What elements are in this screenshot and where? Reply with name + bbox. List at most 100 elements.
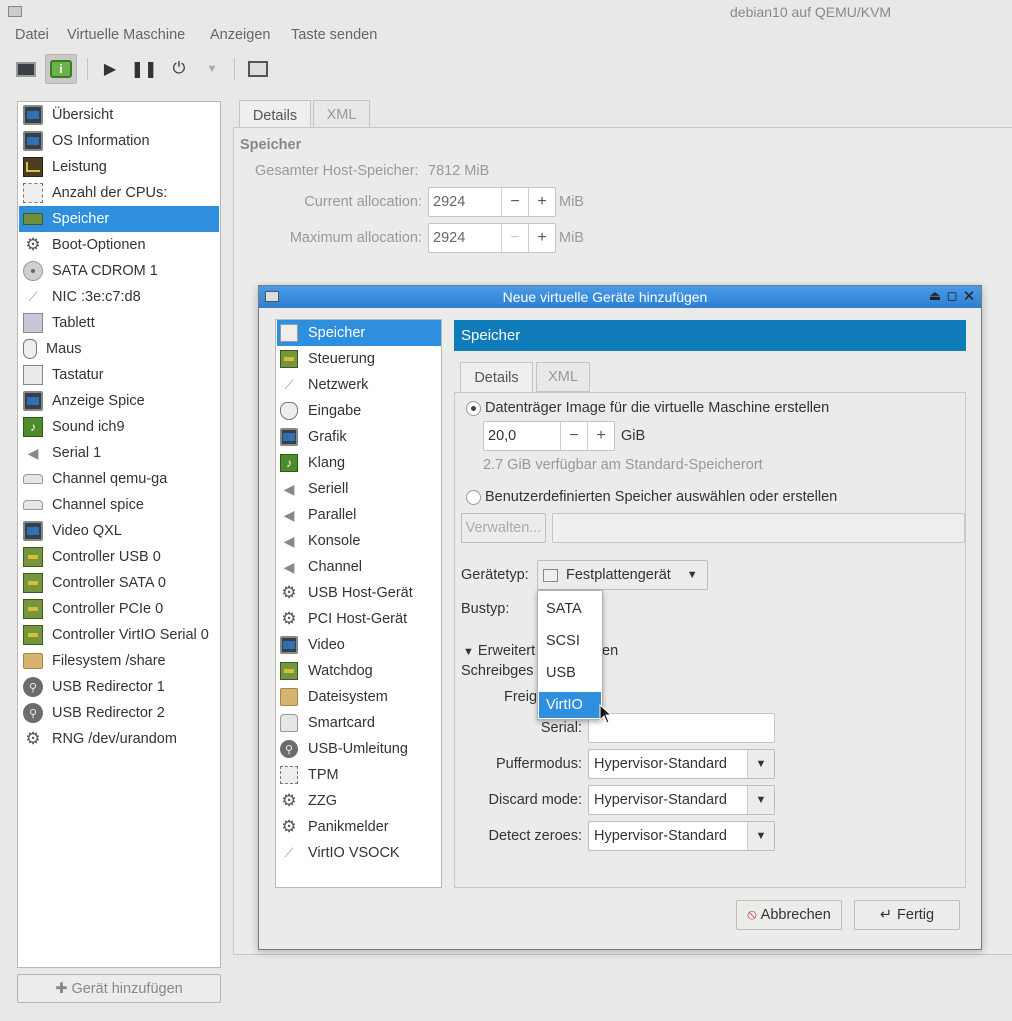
sidebar-item-os-information[interactable]: OS Information [19, 128, 219, 154]
finish-button[interactable]: ↵ Fertig [854, 900, 960, 930]
sidebar-item-channel-qemu-ga[interactable]: Channel qemu-ga [19, 466, 219, 492]
maximum-allocation-spinner[interactable]: 2924 − + [428, 223, 556, 253]
list-item-dateisystem[interactable]: Dateisystem [277, 684, 441, 710]
tab-details[interactable]: Details [460, 362, 533, 392]
pause-icon: ❚❚ [130, 61, 158, 78]
tab-xml[interactable]: XML [536, 362, 590, 392]
sidebar-item-sound[interactable]: ♪ Sound ich9 [19, 414, 219, 440]
sidebar-item-nic[interactable]: ⟋ NIC :3e:c7:d8 [19, 284, 219, 310]
maximum-allocation-input[interactable]: 2924 [429, 224, 501, 252]
menu-taste-senden[interactable]: Taste senden [291, 27, 377, 43]
sidebar-item-controller-usb[interactable]: Controller USB 0 [19, 544, 219, 570]
list-item-parallel[interactable]: ◀ Parallel [277, 502, 441, 528]
menu-datei[interactable]: Datei [15, 27, 49, 43]
disk-size-spinner[interactable]: 20,0 − + [483, 421, 615, 451]
list-item-usb-umleitung[interactable]: ⚲ USB-Umleitung [277, 736, 441, 762]
list-item-pci-host[interactable]: ⚙ PCI Host-Gerät [277, 606, 441, 632]
custom-storage-radio[interactable] [466, 490, 481, 505]
list-item-konsole[interactable]: ◀ Konsole [277, 528, 441, 554]
sidebar-item-rng[interactable]: ⚙ RNG /dev/urandom [19, 726, 219, 752]
details-info-button[interactable]: i [45, 54, 77, 84]
serial-input[interactable] [588, 713, 775, 743]
list-item-eingabe[interactable]: Eingabe [277, 398, 441, 424]
decrement-button[interactable]: − [560, 422, 587, 450]
sidebar-item-uebersicht[interactable]: Übersicht [19, 102, 219, 128]
list-item-label: Klang [308, 455, 346, 471]
discard-mode-select[interactable]: Hypervisor-Standard ▼ [588, 785, 775, 815]
storage-path-input[interactable] [552, 513, 965, 543]
sidebar-item-controller-pcie[interactable]: Controller PCIe 0 [19, 596, 219, 622]
chevron-down-icon: ▼ [747, 750, 774, 778]
create-image-radio[interactable] [466, 401, 481, 416]
list-item-smartcard[interactable]: Smartcard [277, 710, 441, 736]
menu-anzeigen[interactable]: Anzeigen [210, 27, 270, 43]
shutdown-button[interactable]: ⏻ [163, 54, 195, 84]
list-item-watchdog[interactable]: Watchdog [277, 658, 441, 684]
current-allocation-spinner[interactable]: 2924 − + [428, 187, 556, 217]
bus-option-usb[interactable]: USB [539, 660, 601, 686]
list-item-speicher[interactable]: Speicher [277, 320, 441, 346]
sidebar-item-filesystem[interactable]: Filesystem /share [19, 648, 219, 674]
snapshots-button[interactable] [242, 54, 274, 84]
list-item-video[interactable]: Video [277, 632, 441, 658]
list-item-virtio-vsock[interactable]: ⟋ VirtIO VSOCK [277, 840, 441, 866]
manage-button[interactable]: Verwalten... [461, 513, 546, 543]
disk-size-input[interactable]: 20,0 [484, 422, 560, 450]
sidebar-item-cpus[interactable]: Anzahl der CPUs: [19, 180, 219, 206]
bus-option-sata[interactable]: SATA [539, 596, 601, 622]
sidebar-item-sata-cdrom[interactable]: SATA CDROM 1 [19, 258, 219, 284]
increment-button[interactable]: + [528, 188, 555, 216]
list-item-klang[interactable]: ♪ Klang [277, 450, 441, 476]
sidebar-item-anzeige-spice[interactable]: Anzeige Spice [19, 388, 219, 414]
list-item-panikmelder[interactable]: ⚙ Panikmelder [277, 814, 441, 840]
cancel-button[interactable]: ⦸ Abbrechen [736, 900, 842, 930]
bus-option-scsi[interactable]: SCSI [539, 628, 601, 654]
sidebar-item-leistung[interactable]: Leistung [19, 154, 219, 180]
sidebar-item-label: USB Redirector 2 [52, 705, 165, 721]
increment-button[interactable]: + [528, 224, 555, 252]
list-item-grafik[interactable]: Grafik [277, 424, 441, 450]
device-type-select[interactable]: Festplattengerät ▼ [537, 560, 708, 590]
cache-mode-select[interactable]: Hypervisor-Standard ▼ [588, 749, 775, 779]
sidebar-item-serial[interactable]: ◀ Serial 1 [19, 440, 219, 466]
list-item-steuerung[interactable]: Steuerung [277, 346, 441, 372]
dialog-section-header: Speicher [454, 320, 966, 351]
sidebar-item-tablett[interactable]: Tablett [19, 310, 219, 336]
list-item-zzg[interactable]: ⚙ ZZG [277, 788, 441, 814]
decrement-button[interactable]: − [501, 224, 528, 252]
menu-virtuelle-maschine[interactable]: Virtuelle Maschine [67, 27, 185, 43]
sidebar-item-channel-spice[interactable]: Channel spice [19, 492, 219, 518]
increment-button[interactable]: + [587, 422, 614, 450]
sidebar-item-controller-virtio-serial[interactable]: Controller VirtIO Serial 0 [19, 622, 219, 648]
maximize-icon[interactable]: ◻ [944, 288, 960, 304]
shutdown-menu-button[interactable]: ▼ [196, 54, 228, 84]
current-allocation-input[interactable]: 2924 [429, 188, 501, 216]
sidebar-item-usb-redirector-1[interactable]: ⚲ USB Redirector 1 [19, 674, 219, 700]
list-item-channel[interactable]: ◀ Channel [277, 554, 441, 580]
close-icon[interactable]: ✕ [961, 288, 977, 305]
detect-zeroes-select[interactable]: Hypervisor-Standard ▼ [588, 821, 775, 851]
sidebar-item-speicher[interactable]: Speicher [19, 206, 219, 232]
console-monitor-button[interactable] [10, 54, 42, 84]
list-item-seriell[interactable]: ◀ Seriell [277, 476, 441, 502]
pause-button[interactable]: ❚❚ [128, 54, 160, 84]
add-hardware-button[interactable]: ✚ Gerät hinzufügen [17, 974, 221, 1003]
run-button[interactable]: ▶ [94, 54, 126, 84]
advanced-expander[interactable]: ▼ Erweitert [463, 643, 535, 659]
tab-details[interactable]: Details [239, 100, 311, 130]
sidebar-item-maus[interactable]: Maus [19, 336, 219, 362]
shade-icon[interactable]: ⏏ [927, 288, 943, 304]
sidebar-item-controller-sata[interactable]: Controller SATA 0 [19, 570, 219, 596]
decrement-button[interactable]: − [501, 188, 528, 216]
sidebar-item-video-qxl[interactable]: Video QXL [19, 518, 219, 544]
sidebar-item-usb-redirector-2[interactable]: ⚲ USB Redirector 2 [19, 700, 219, 726]
bus-option-virtio[interactable]: VirtIO [539, 692, 601, 718]
serial-icon: ◀ [283, 506, 295, 523]
list-item-netzwerk[interactable]: ⟋ Netzwerk [277, 372, 441, 398]
list-item-usb-host[interactable]: ⚙ USB Host-Gerät [277, 580, 441, 606]
sidebar-item-boot-optionen[interactable]: ⚙ Boot-Optionen [19, 232, 219, 258]
tab-xml[interactable]: XML [313, 100, 370, 130]
sidebar-item-tastatur[interactable]: Tastatur [19, 362, 219, 388]
list-item-tpm[interactable]: TPM [277, 762, 441, 788]
serial-icon: ◀ [283, 558, 295, 575]
